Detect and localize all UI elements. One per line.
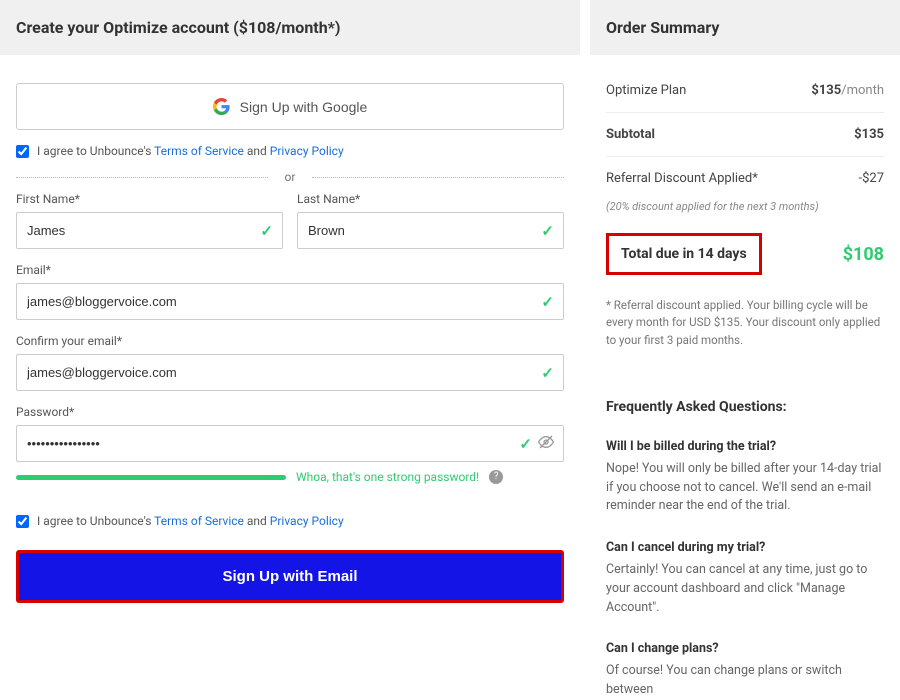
faq-answer: Certainly! You can cancel at any time, j… [606, 561, 884, 617]
or-divider: or [16, 170, 564, 184]
subtotal-label: Subtotal [606, 127, 655, 142]
signup-email-button[interactable]: Sign Up with Email [16, 550, 564, 603]
first-name-input[interactable] [16, 212, 283, 249]
faq-item: Will I be billed during the trial? Nope!… [606, 439, 884, 516]
faq-question: Will I be billed during the trial? [606, 439, 884, 454]
confirm-email-label: Confirm your email* [16, 334, 564, 348]
email-input[interactable] [16, 283, 564, 320]
faq-question: Can I cancel during my trial? [606, 540, 884, 555]
plan-price: $135/month [811, 83, 884, 98]
signup-panel: Create your Optimize account ($108/month… [0, 0, 580, 700]
eye-icon[interactable] [538, 434, 554, 454]
tos-link[interactable]: Terms of Service [154, 144, 244, 158]
password-strength-bar [16, 475, 286, 480]
plan-label: Optimize Plan [606, 83, 686, 98]
email-label: Email* [16, 263, 564, 277]
last-name-label: Last Name* [297, 192, 564, 206]
faq-item: Can I change plans? Of course! You can c… [606, 641, 884, 700]
faq-answer: Of course! You can change plans or switc… [606, 662, 884, 700]
first-name-label: First Name* [16, 192, 283, 206]
tos-link[interactable]: Terms of Service [154, 514, 244, 528]
google-consent-row: I agree to Unbounce's Terms of Service a… [16, 144, 564, 158]
page-title: Create your Optimize account ($108/month… [0, 0, 580, 55]
faq-title: Frequently Asked Questions: [606, 399, 884, 415]
check-icon: ✓ [260, 222, 273, 240]
discount-value: -$27 [858, 171, 884, 186]
google-signup-button[interactable]: Sign Up with Google [16, 83, 564, 130]
order-disclaimer: * Referral discount applied. Your billin… [606, 289, 884, 365]
consent-text: I agree to Unbounce's Terms of Service a… [37, 514, 344, 528]
privacy-link[interactable]: Privacy Policy [270, 144, 344, 158]
total-due-label: Total due in 14 days [606, 233, 762, 275]
check-icon: ✓ [519, 435, 532, 453]
password-input[interactable] [16, 425, 564, 462]
subtotal-value: $135 [854, 127, 884, 142]
faq-question: Can I change plans? [606, 641, 884, 656]
password-strength-text: Whoa, that's one strong password! [296, 470, 479, 484]
check-icon: ✓ [541, 293, 554, 311]
google-signup-label: Sign Up with Google [240, 99, 368, 115]
discount-label: Referral Discount Applied* [606, 171, 758, 186]
order-summary-panel: Order Summary Optimize Plan $135/month S… [580, 0, 900, 700]
help-icon[interactable]: ? [489, 470, 503, 484]
faq-answer: Nope! You will only be billed after your… [606, 460, 884, 516]
check-icon: ✓ [541, 364, 554, 382]
check-icon: ✓ [541, 222, 554, 240]
faq-item: Can I cancel during my trial? Certainly!… [606, 540, 884, 617]
total-due-value: $108 [843, 244, 884, 265]
last-name-input[interactable] [297, 212, 564, 249]
privacy-link[interactable]: Privacy Policy [270, 514, 344, 528]
faq-section: Frequently Asked Questions: Will I be bi… [590, 379, 900, 700]
password-label: Password* [16, 405, 564, 419]
email-consent-row: I agree to Unbounce's Terms of Service a… [16, 514, 564, 528]
confirm-email-input[interactable] [16, 354, 564, 391]
email-consent-checkbox[interactable] [16, 515, 29, 528]
google-consent-checkbox[interactable] [16, 145, 29, 158]
order-summary-title: Order Summary [590, 0, 900, 55]
discount-note: (20% discount applied for the next 3 mon… [606, 200, 884, 227]
consent-text: I agree to Unbounce's Terms of Service a… [37, 144, 344, 158]
google-icon [213, 98, 230, 115]
